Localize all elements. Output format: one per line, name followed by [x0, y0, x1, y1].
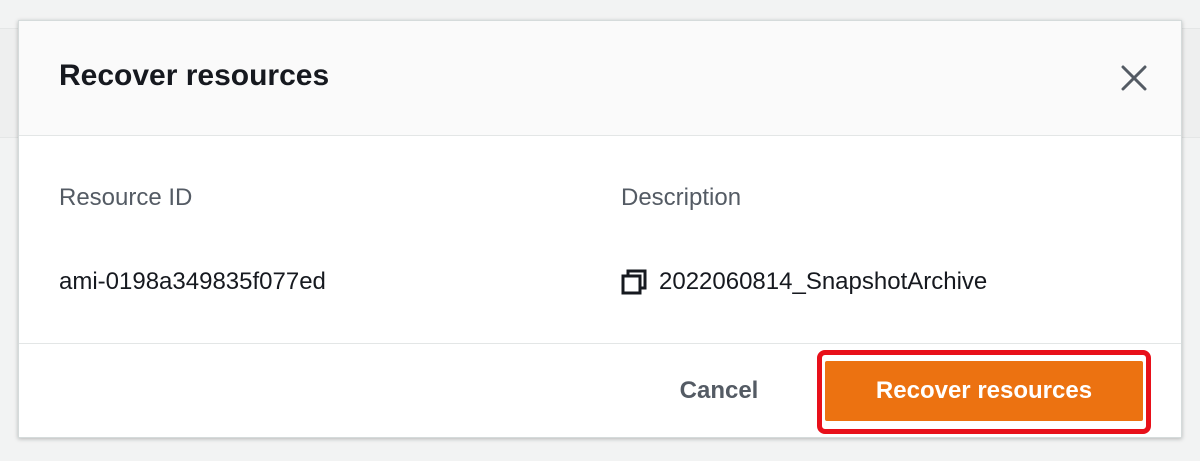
resource-id-value: ami-0198a349835f077ed [59, 268, 326, 295]
dialog-header: Recover resources [19, 21, 1181, 136]
copy-icon[interactable] [621, 269, 647, 295]
resource-id-header: Resource ID [59, 184, 193, 211]
recover-resources-button[interactable]: Recover resources [825, 361, 1143, 421]
description-header: Description [621, 184, 742, 211]
dialog-footer: Cancel Recover resources [19, 343, 1181, 439]
dialog-title: Recover resources [59, 59, 330, 92]
cancel-button[interactable]: Cancel [655, 368, 783, 412]
close-icon [1121, 65, 1147, 91]
dialog-body: Resource ID Description ami-0198a349835f… [19, 136, 1181, 343]
close-button[interactable] [1117, 61, 1151, 95]
recover-resources-dialog: Recover resources Resource ID Descriptio… [18, 20, 1182, 438]
description-value: 2022060814_SnapshotArchive [659, 268, 988, 295]
